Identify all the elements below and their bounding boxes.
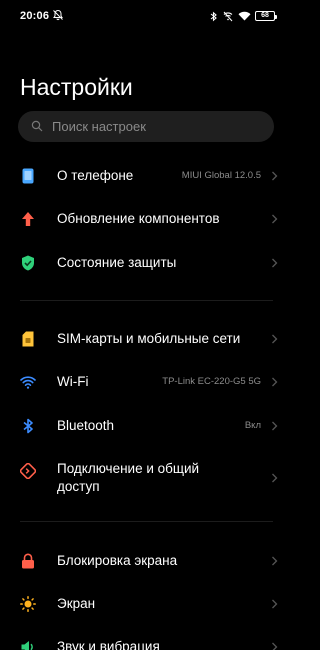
settings-item-label: О телефоне bbox=[57, 168, 134, 183]
settings-item-lock-screen[interactable]: Блокировка экрана bbox=[0, 549, 293, 573]
settings-item-label: Состояние защиты bbox=[57, 255, 177, 270]
status-bar: 20:06 68 bbox=[0, 0, 293, 34]
settings-item-label: Подключение и общий доступ bbox=[57, 461, 200, 494]
notifications-muted-icon bbox=[53, 9, 63, 21]
settings-item-value: MIUI Global 12.0.5 bbox=[181, 170, 261, 181]
arrow-up-icon bbox=[20, 211, 36, 227]
settings-item-component-updates[interactable]: Обновление компонентов bbox=[0, 207, 293, 231]
settings-screen: 20:06 68 Настройки Поиск настроек О теле… bbox=[0, 0, 293, 650]
search-bar[interactable] bbox=[18, 111, 274, 142]
sim-card-icon bbox=[20, 331, 36, 347]
settings-item-label: SIM-карты и мобильные сети bbox=[57, 331, 241, 346]
sound-icon bbox=[20, 639, 36, 650]
shield-check-icon bbox=[20, 255, 36, 271]
status-time: 20:06 bbox=[20, 10, 50, 22]
chevron-right-icon bbox=[272, 421, 278, 431]
wifi-icon bbox=[20, 374, 36, 390]
settings-item-wifi[interactable]: Wi-Fi TP-Link EC-220-G5 5G bbox=[0, 370, 293, 394]
settings-item-display[interactable]: Экран bbox=[0, 592, 293, 616]
settings-item-label: Bluetooth bbox=[57, 418, 115, 433]
bluetooth-status-icon bbox=[210, 11, 217, 21]
settings-item-sim-cards[interactable]: SIM-карты и мобильные сети bbox=[0, 327, 293, 351]
chevron-right-icon bbox=[272, 258, 278, 268]
chevron-right-icon bbox=[272, 377, 278, 387]
wifi-status-icon bbox=[238, 11, 251, 21]
bluetooth-icon bbox=[20, 418, 36, 434]
settings-item-value: Вкл bbox=[244, 420, 261, 431]
section-divider bbox=[20, 300, 273, 301]
settings-item-bluetooth[interactable]: Bluetooth Вкл bbox=[0, 414, 293, 438]
phone-info-icon bbox=[20, 168, 36, 184]
settings-item-security-status[interactable]: Состояние защиты bbox=[0, 251, 293, 275]
chevron-right-icon bbox=[272, 334, 278, 344]
chevron-right-icon bbox=[272, 214, 278, 224]
settings-item-label: Звук и вибрация bbox=[57, 639, 160, 650]
chevron-right-icon bbox=[272, 642, 278, 650]
search-input[interactable] bbox=[52, 111, 262, 142]
settings-item-label: Wi-Fi bbox=[57, 374, 89, 389]
chevron-right-icon bbox=[272, 556, 278, 566]
chevron-right-icon bbox=[272, 473, 278, 483]
sun-icon bbox=[20, 596, 36, 612]
settings-item-label: Экран bbox=[57, 596, 96, 611]
lock-icon bbox=[20, 553, 36, 569]
settings-item-value: TP-Link EC-220-G5 5G bbox=[162, 376, 261, 387]
chevron-right-icon bbox=[272, 599, 278, 609]
status-icons: 68 bbox=[210, 9, 277, 23]
battery-icon: 68 bbox=[255, 11, 277, 21]
battery-level: 68 bbox=[261, 12, 269, 19]
connection-share-icon bbox=[20, 463, 36, 479]
signal-muted-icon bbox=[223, 11, 233, 21]
settings-item-about-phone[interactable]: О телефоне MIUI Global 12.0.5 bbox=[0, 164, 293, 188]
search-icon bbox=[31, 120, 43, 132]
settings-item-label: Обновление компонентов bbox=[57, 211, 220, 226]
section-divider bbox=[20, 521, 273, 522]
settings-item-label: Блокировка экрана bbox=[57, 553, 178, 568]
settings-item-connection-sharing[interactable]: Подключение и общий доступ bbox=[0, 460, 293, 496]
settings-item-sound-vibration[interactable]: Звук и вибрация bbox=[0, 635, 293, 650]
page-title: Настройки bbox=[20, 74, 133, 100]
chevron-right-icon bbox=[272, 171, 278, 181]
